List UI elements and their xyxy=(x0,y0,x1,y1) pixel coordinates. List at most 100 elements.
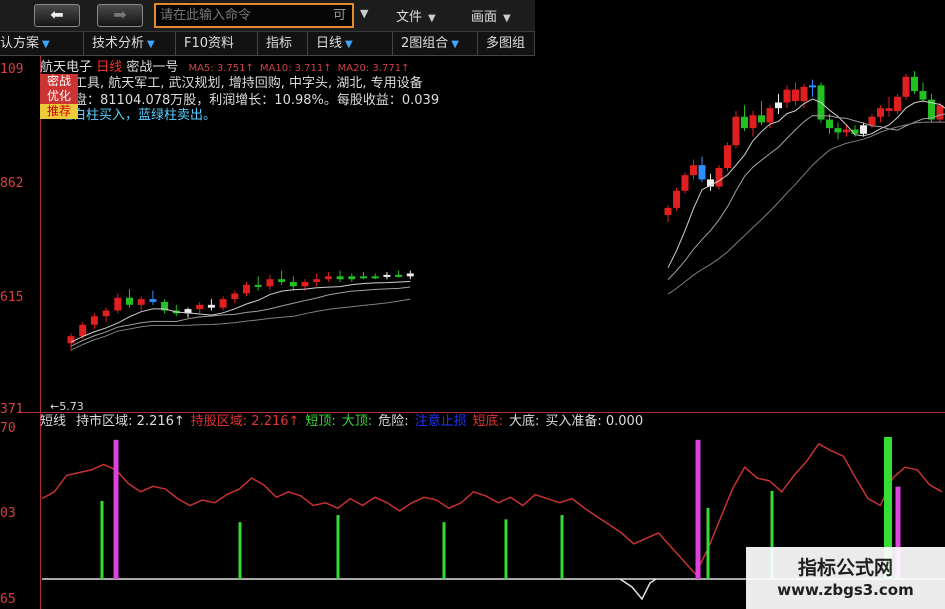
candle-body xyxy=(741,116,748,129)
back-button[interactable]: ⬅ xyxy=(34,4,80,27)
candle-body xyxy=(324,276,332,280)
toolbar-item-label: 日线 xyxy=(316,36,343,51)
command-placeholder: 请在此输入命令 xyxy=(160,8,252,23)
candle-body xyxy=(90,316,98,325)
candle-body xyxy=(826,119,833,129)
toolbar-item-1[interactable]: 技术分析 ▼ xyxy=(84,32,176,55)
candle-body xyxy=(196,304,204,310)
ma10-line xyxy=(667,113,945,280)
signal-bar xyxy=(504,519,508,579)
toolbar-item-2[interactable]: F10资料 xyxy=(176,32,258,55)
tag-optimized: 优化 xyxy=(40,89,78,104)
tag-secret: 密战 xyxy=(40,74,78,89)
ma20-line xyxy=(667,121,945,295)
candle-body xyxy=(231,293,239,300)
menu-file[interactable]: 文件 ▼ xyxy=(396,6,436,25)
candle-body xyxy=(243,284,250,294)
signal-bar xyxy=(100,500,104,579)
candle-body xyxy=(67,336,75,344)
toolbar-item-label: 技术分析 xyxy=(92,36,145,51)
candle-body xyxy=(79,324,87,337)
chevron-down-icon: ▼ xyxy=(451,39,459,50)
candle-body xyxy=(843,129,850,133)
candle-body xyxy=(360,276,367,279)
candle-body xyxy=(919,91,927,100)
candle-body xyxy=(885,108,893,112)
candle-body xyxy=(102,310,110,317)
candle-body xyxy=(698,165,706,180)
indicator-dip xyxy=(619,578,657,601)
candle-body xyxy=(207,304,215,308)
candle-body xyxy=(809,85,816,88)
candle-body xyxy=(834,128,842,133)
toolbar-item-3[interactable]: 指标 xyxy=(258,32,308,55)
y-label-2: 862 xyxy=(0,176,24,191)
toolbar-item-0[interactable]: 认方案 ▼ xyxy=(0,32,84,55)
watermark-url: www.zbgs3.com xyxy=(777,581,914,599)
candle-body xyxy=(732,116,740,146)
indicator-item-5: 注意止损 xyxy=(414,414,467,429)
chevron-down-icon: ▼ xyxy=(42,39,50,50)
indicator-item-4: 危险: xyxy=(378,414,409,429)
candle-body xyxy=(758,115,765,123)
candle-body xyxy=(395,274,403,277)
candle-body xyxy=(894,96,901,112)
candle-body xyxy=(336,276,344,280)
candle-body xyxy=(681,175,689,191)
candle-body xyxy=(219,299,227,308)
hint-sell: 蓝绿柱卖出。 xyxy=(138,108,217,123)
candle-body xyxy=(348,276,356,280)
candle-body xyxy=(406,273,414,277)
indicator-item-0: 持市区域: 2.216↑ xyxy=(76,414,185,429)
indicator-item-7: 大底: xyxy=(508,414,540,429)
candle-body xyxy=(664,207,672,216)
indicator-item-8: 买入准备: 0.000 xyxy=(545,414,644,429)
hint-line: 红白柱买入，蓝绿柱卖出。 xyxy=(60,104,216,123)
candle-body xyxy=(126,297,133,305)
indicator-item-2: 短顶: xyxy=(305,414,336,429)
toolbar-item-6[interactable]: 多图组 xyxy=(478,32,535,55)
y-label-top: 109 xyxy=(0,62,24,77)
toolbar-item-5[interactable]: 2图组合 ▼ xyxy=(393,32,478,55)
candle-body xyxy=(749,115,757,129)
min-price-label: ←5.73 xyxy=(50,400,84,413)
candle-body xyxy=(383,274,391,277)
menu-view-label: 画面 xyxy=(471,10,498,25)
candle-body xyxy=(137,299,145,305)
indicator-name: 短线 xyxy=(40,414,67,429)
candle-body xyxy=(877,108,884,117)
candle-body xyxy=(902,76,910,97)
indicator-item-3: 大顶: xyxy=(341,414,373,429)
toolbar-item-label: 多图组 xyxy=(486,36,526,51)
chevron-down-icon: ▼ xyxy=(147,39,155,50)
watermark-title: 指标公式网 xyxy=(797,557,893,579)
candle-body xyxy=(860,125,867,134)
candle-body xyxy=(690,165,697,176)
back-arrow-icon: ⬅ xyxy=(50,5,64,24)
toolbar-item-label: 认方案 xyxy=(0,36,40,51)
command-input[interactable]: 请在此输入命令 可 xyxy=(154,3,354,28)
forward-button[interactable]: ➡ xyxy=(97,4,143,27)
toolbar-item-label: 指标 xyxy=(266,36,293,51)
toolbar-item-label: 2图组合 xyxy=(401,36,449,51)
toolbar-item-4[interactable]: 日线 ▼ xyxy=(308,32,393,55)
candle-body xyxy=(254,284,262,287)
candle-body xyxy=(766,108,774,123)
candle-body xyxy=(800,86,808,102)
forward-arrow-icon: ➡ xyxy=(113,5,127,24)
candle-body xyxy=(936,105,944,120)
tag-recommend: 推荐 xyxy=(40,104,78,119)
signal-bar xyxy=(442,522,446,579)
secondary-toolbar: 认方案 ▼ 技术分析 ▼ F10资料 指标 日线 ▼ 2图组合 ▼ 多图组 xyxy=(0,32,535,56)
candle-body xyxy=(149,299,157,302)
menu-view[interactable]: 画面 ▼ xyxy=(471,6,511,25)
candle-body xyxy=(289,282,297,287)
signal-bar xyxy=(238,522,242,579)
indicator-header: 短线 持市区域: 2.216↑ 持股区域: 2.216↑ 短顶: 大顶: 危险: 注意止损… xyxy=(40,413,649,431)
indicator-item-6: 短底: xyxy=(472,414,503,429)
candle-body xyxy=(868,116,876,126)
command-dropdown-icon[interactable]: ▼ xyxy=(360,7,368,20)
candle-body xyxy=(114,297,122,311)
command-suffix: 可 xyxy=(332,8,346,23)
candle-body xyxy=(301,282,309,287)
